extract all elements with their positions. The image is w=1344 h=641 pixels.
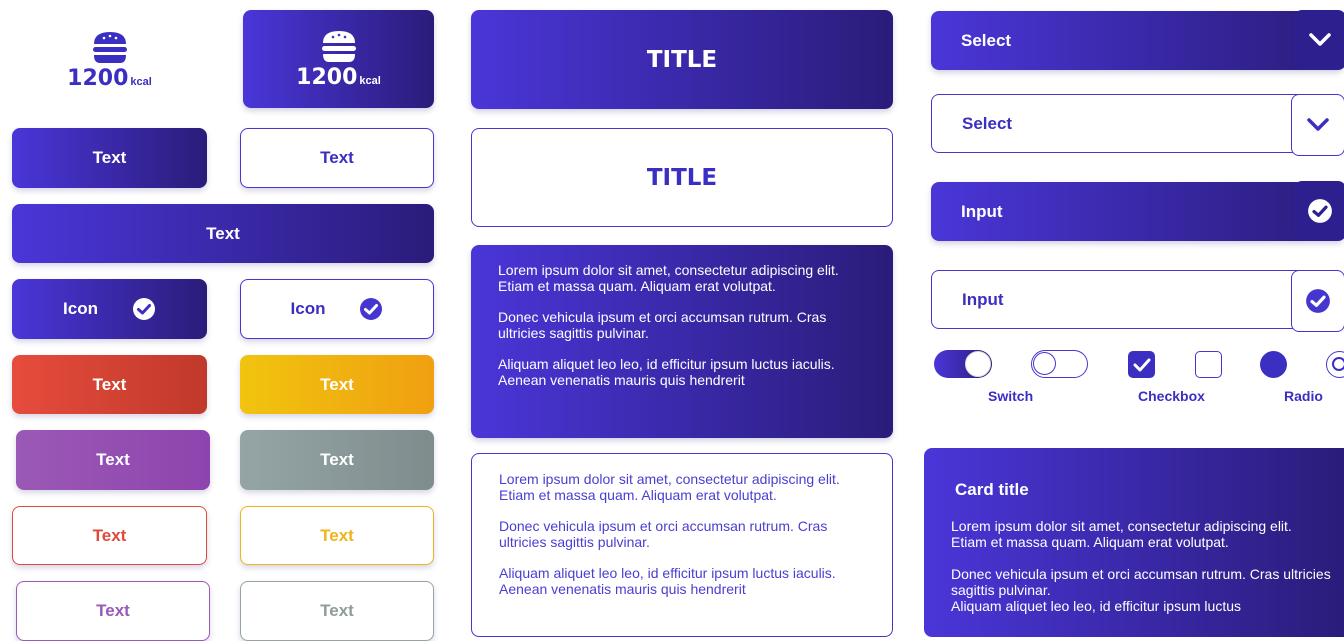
card-paragraph: Aliquam aliquet leo leo, id efficitur ip… (951, 598, 1242, 614)
red-outline-button[interactable]: Text (12, 506, 207, 565)
select-solid[interactable]: Select (931, 10, 1344, 70)
chevron-down-icon (1309, 33, 1331, 46)
check-circle-icon (1306, 289, 1330, 313)
checkbox-unchecked[interactable] (1195, 351, 1222, 378)
kcal-value: 1200 (296, 64, 358, 90)
kcal-unit: kcal (359, 74, 381, 87)
switch-knob (965, 351, 991, 377)
red-button[interactable]: Text (12, 355, 207, 414)
text-button-wide[interactable]: Text (12, 204, 434, 263)
radio-checked[interactable] (1260, 351, 1287, 378)
select-label: Select (962, 113, 1013, 133)
paragraph: Donec vehicula ipsum et orci accumsan ru… (498, 309, 827, 341)
burger-icon (321, 30, 356, 62)
title-banner-solid: TITLE (471, 10, 893, 109)
switch-label: Switch (988, 388, 1034, 404)
gray-outline-button[interactable]: Text (240, 581, 434, 641)
select-toggle[interactable] (1294, 10, 1344, 70)
yellow-button[interactable]: Text (240, 355, 434, 414)
checkbox-label: Checkbox (1138, 388, 1205, 404)
kcal-widget: 1200 kcal (12, 12, 207, 108)
text-panel-solid: Lorem ipsum dolor sit amet, consectetur … (471, 245, 893, 438)
purple-button[interactable]: Text (16, 430, 210, 490)
check-icon (1133, 358, 1150, 371)
checkbox-checked[interactable] (1128, 351, 1155, 378)
kcal-value: 1200 (67, 65, 129, 91)
check-circle-icon (360, 298, 383, 320)
select-label: Select (961, 30, 1012, 50)
input-confirm[interactable] (1294, 181, 1344, 241)
paragraph: Lorem ipsum dolor sit amet, consectetur … (498, 262, 839, 294)
paragraph: Lorem ipsum dolor sit amet, consectetur … (499, 471, 840, 503)
text-panel-outline: Lorem ipsum dolor sit amet, consectetur … (471, 453, 893, 637)
check-circle-icon (1308, 199, 1332, 223)
card: Card title Lorem ipsum dolor sit amet, c… (924, 448, 1344, 637)
input-solid[interactable]: Input (931, 181, 1344, 241)
switch-off[interactable] (1031, 350, 1088, 378)
card-title: Card title (955, 480, 1029, 499)
purple-outline-button[interactable]: Text (16, 581, 210, 641)
input-label: Input (961, 201, 1003, 221)
text-button-outline[interactable]: Text (240, 128, 434, 188)
kcal-widget-solid[interactable]: 1200 kcal (243, 10, 434, 108)
switch-on[interactable] (934, 350, 992, 378)
kcal-unit: kcal (130, 75, 152, 88)
radio-unchecked[interactable] (1326, 351, 1344, 378)
paragraph: Aliquam aliquet leo leo, id efficitur ip… (498, 356, 835, 388)
check-circle-icon (132, 298, 155, 320)
burger-icon (92, 31, 127, 63)
text-button-solid[interactable]: Text (12, 128, 207, 188)
switch-knob (1033, 352, 1056, 375)
paragraph: Donec vehicula ipsum et orci accumsan ru… (499, 518, 828, 550)
icon-button-label: Icon (290, 299, 326, 318)
input-confirm[interactable] (1291, 270, 1344, 332)
icon-button-solid[interactable]: Icon (12, 279, 207, 339)
card-paragraph: Lorem ipsum dolor sit amet, consectetur … (951, 518, 1292, 550)
radio-dot (1332, 357, 1344, 371)
gray-button[interactable]: Text (240, 430, 434, 490)
input-outline[interactable]: Input (931, 270, 1344, 332)
chevron-down-icon (1307, 118, 1329, 131)
title-banner-outline: TITLE (471, 128, 893, 227)
paragraph: Aliquam aliquet leo leo, id efficitur ip… (499, 565, 836, 597)
select-outline[interactable]: Select (931, 94, 1344, 156)
icon-button-label: Icon (63, 299, 98, 318)
input-label: Input (962, 289, 1004, 309)
card-paragraph: Donec vehicula ipsum et orci accumsan ru… (951, 566, 1331, 598)
icon-button-outline[interactable]: Icon (240, 279, 434, 339)
select-toggle[interactable] (1291, 94, 1344, 156)
yellow-outline-button[interactable]: Text (240, 506, 434, 565)
radio-label: Radio (1284, 388, 1323, 404)
